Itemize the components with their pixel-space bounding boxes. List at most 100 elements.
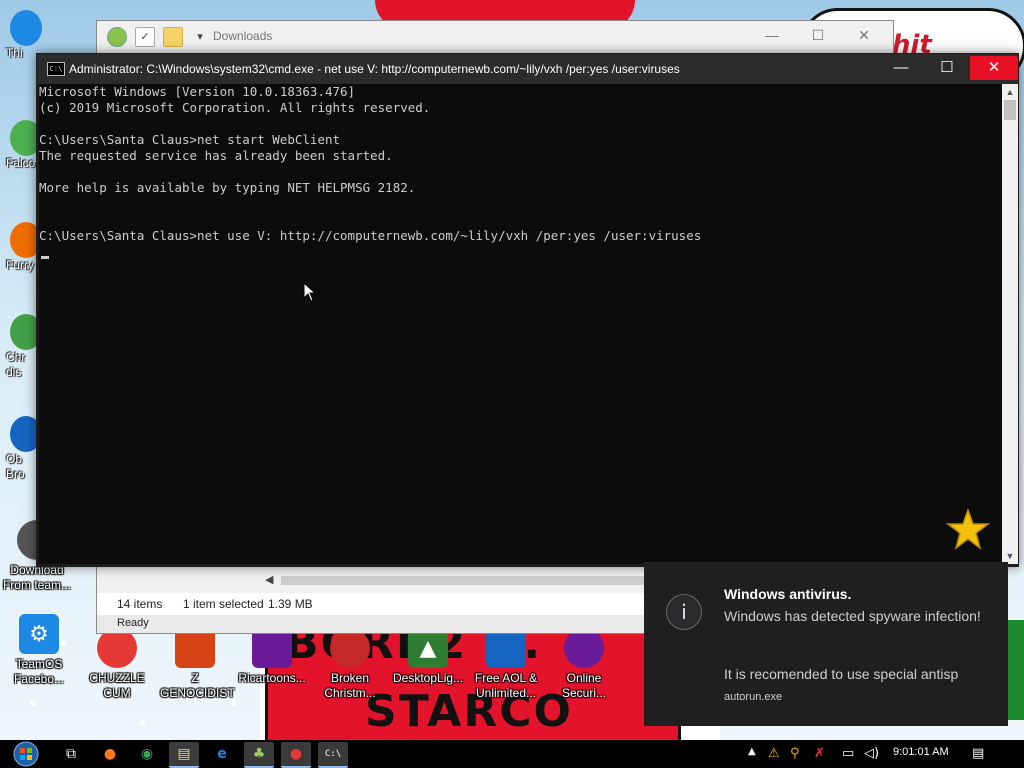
warning-icon[interactable]: ⚠: [768, 746, 780, 761]
console-area[interactable]: Microsoft Windows [Version 10.0.18363.47…: [39, 84, 1003, 564]
cmd-titlebar[interactable]: C:\ Administrator: C:\Windows\system32\c…: [37, 54, 1018, 84]
notification-detail: It is recomended to use special antisp: [724, 666, 959, 682]
wallpaper-text-2: STARCO: [365, 686, 573, 737]
record-icon: ●: [289, 746, 303, 762]
horizontal-scrollbar[interactable]: ◀: [261, 573, 657, 587]
show-hidden-icons-icon[interactable]: ▲: [748, 746, 756, 757]
xmas-tree-icon: ▲: [408, 628, 448, 668]
console-output: Microsoft Windows [Version 10.0.18363.47…: [39, 84, 702, 243]
desktop-icon-free-aol[interactable]: Free AOL & Unlimited...: [471, 628, 541, 701]
desktop-icon-furry[interactable]: Furry: [0, 222, 42, 273]
ready-bar: Ready: [97, 615, 645, 633]
chuzzle-icon: [97, 628, 137, 668]
desktop-icon-desktoplights[interactable]: ▲ DesktopLig...: [393, 628, 463, 686]
window-title: Downloads: [213, 29, 273, 43]
desktop-icon-falcon[interactable]: Falco: [0, 120, 42, 171]
selection-count: 1 item selected: [183, 597, 264, 611]
explorer-titlebar[interactable]: ✓ ▾ Downloads — ☐ ✕: [97, 21, 893, 51]
close-button[interactable]: ✕: [970, 56, 1018, 80]
desktop-icon-label: Free AOL & Unlimited...: [474, 671, 538, 700]
status-bar: 14 items 1 item selected 1.39 MB: [97, 593, 645, 615]
network-icon[interactable]: ▭: [842, 746, 854, 761]
taskbar: ⧉ ● ◉ ▤ e ♣ ● C:\ ▲ ⚠ ⚲ ✗ ▭ ◁) 9:01:01 A…: [0, 740, 1024, 768]
window-title: Administrator: C:\Windows\system32\cmd.e…: [69, 62, 680, 76]
record-button[interactable]: ●: [281, 742, 311, 768]
desktop-icon-label: Falco: [6, 156, 36, 170]
notification-toast[interactable]: i Windows antivirus. Windows has detecte…: [644, 562, 1008, 726]
this-pc-icon: [10, 10, 42, 46]
desktop-icon-this-pc[interactable]: Thi: [0, 10, 42, 61]
clock[interactable]: 9:01:01 AM: [893, 746, 949, 758]
z-icon: [175, 628, 215, 668]
scroll-left-icon[interactable]: ◀: [265, 573, 273, 586]
desktop-icon-label: DesktopLig...: [393, 671, 464, 685]
desktop-icon-label: Broken Christm...: [324, 671, 376, 700]
desktop-icon-ricartoons[interactable]: Ricartoons...: [237, 628, 307, 686]
text-cursor: [41, 256, 49, 259]
folder-icon: [107, 27, 127, 47]
scroll-up-icon[interactable]: ▲: [1002, 84, 1018, 100]
action-center-icon[interactable]: ▤: [972, 746, 984, 761]
security-icon[interactable]: ✗: [814, 746, 825, 761]
desktop-icon-label: TeamOS Facebo...: [13, 657, 65, 686]
item-count: 14 items: [117, 597, 163, 611]
desktop-icon-label: Furry: [6, 258, 34, 272]
task-view-button[interactable]: ⧉: [56, 742, 86, 766]
cmd-window[interactable]: C:\ Administrator: C:\Windows\system32\c…: [36, 53, 1019, 567]
chrome-icon: ◉: [140, 746, 154, 762]
scrollbar-thumb[interactable]: [1004, 100, 1016, 120]
cmd-icon: C:\: [47, 62, 65, 76]
start-button[interactable]: [10, 740, 42, 768]
mouse-pointer-icon: [303, 282, 317, 302]
cmd-button[interactable]: C:\: [318, 742, 348, 768]
antivirus-icon: i: [666, 594, 702, 630]
security-orb-icon: [564, 628, 604, 668]
desktop-icon-label: Online Securi...: [561, 671, 606, 700]
volume-icon[interactable]: ◁): [864, 746, 879, 761]
ornament-icon: [330, 628, 370, 668]
maximize-button[interactable]: ☐: [924, 56, 970, 80]
desktop-icon-label: CHUZZLE CUM: [89, 671, 145, 700]
chevron-down-icon[interactable]: ▾: [191, 28, 209, 46]
folder-icon: ▤: [177, 746, 191, 762]
chrome-button[interactable]: ◉: [132, 742, 162, 766]
notification-source: autorun.exe: [724, 691, 783, 703]
desktop-icon-label: Thi: [6, 46, 23, 60]
new-folder-icon[interactable]: [163, 27, 183, 47]
task-view-icon: ⧉: [66, 746, 76, 762]
selection-size: 1.39 MB: [268, 597, 313, 611]
notification-message: Windows has detected spyware infection!: [724, 608, 981, 624]
desktop-icon-label: Download From team...: [2, 563, 71, 592]
file-explorer-button[interactable]: ▤: [169, 742, 199, 768]
firefox-icon: ●: [103, 746, 117, 762]
desktop-icon-chrome[interactable]: Chr dis: [0, 314, 42, 380]
close-button[interactable]: ✕: [845, 25, 883, 45]
internet-explorer-button[interactable]: e: [207, 742, 237, 766]
app-button[interactable]: ♣: [244, 742, 274, 768]
minimize-button[interactable]: —: [878, 56, 924, 80]
cmd-icon: C:\: [324, 749, 342, 759]
cartoon-icon: [252, 628, 292, 668]
desktop-icon-obama[interactable]: Ob Bro: [0, 416, 42, 482]
desktop-icon-label: Z GENOCIDIST: [160, 671, 235, 700]
desktop-icon-z-genocidist[interactable]: Z GENOCIDIST: [160, 628, 235, 701]
desktop-icon-label: Ob Bro: [6, 452, 25, 481]
desktop-icon-label: Chr dis: [6, 350, 26, 379]
maximize-button[interactable]: ☐: [799, 25, 837, 45]
christmas-star-icon: [946, 508, 990, 550]
desktop-icon-teamos[interactable]: ⚙ TeamOS Facebo...: [4, 614, 74, 687]
search-icon[interactable]: ⚲: [790, 746, 800, 761]
firefox-button[interactable]: ●: [95, 742, 125, 766]
internet-explorer-icon: e: [217, 746, 227, 762]
desktop-icon-label: Ricartoons...: [238, 671, 306, 685]
minimize-button[interactable]: —: [753, 25, 791, 45]
desktop-icon-online-security[interactable]: Online Securi...: [549, 628, 619, 701]
desktop-icon-broken-christmas[interactable]: Broken Christm...: [315, 628, 385, 701]
scrollbar-thumb[interactable]: [281, 576, 651, 585]
vertical-scrollbar[interactable]: ▲ ▼: [1002, 84, 1018, 564]
ready-text: Ready: [117, 617, 149, 629]
notification-title: Windows antivirus.: [724, 586, 852, 602]
desktop-icon-chuzzle[interactable]: CHUZZLE CUM: [82, 628, 152, 701]
properties-icon[interactable]: ✓: [135, 27, 155, 47]
gear-icon: ⚙: [19, 614, 59, 654]
